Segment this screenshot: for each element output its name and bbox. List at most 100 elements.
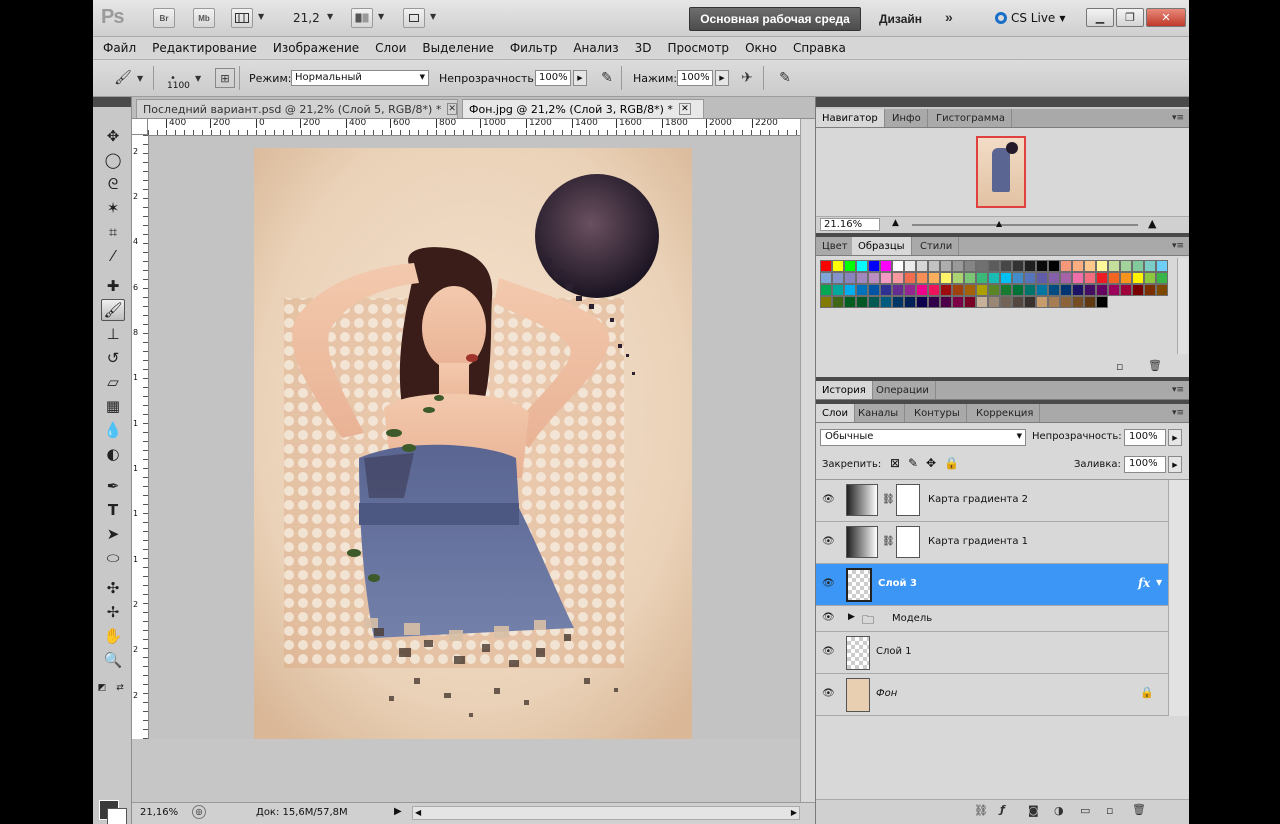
eye-icon[interactable]: 👁 — [822, 646, 835, 657]
new-swatch-icon[interactable]: ▫ — [1116, 360, 1123, 373]
swatch[interactable] — [904, 272, 916, 284]
document-tab-active[interactable]: Фон.jpg @ 21,2% (Слой 3, RGB/8*) * ✕ — [462, 99, 704, 118]
menu-3d[interactable]: 3D — [627, 41, 660, 55]
swatch[interactable] — [1096, 296, 1108, 308]
swatch[interactable] — [1036, 296, 1048, 308]
zoom-out-icon[interactable]: ▲ — [892, 218, 899, 228]
close-icon[interactable]: ✕ — [678, 103, 691, 115]
swatch[interactable] — [904, 260, 916, 272]
bridge-button[interactable]: Br — [153, 8, 175, 28]
zoom-in-icon[interactable]: ▲ — [1148, 217, 1156, 230]
cs-live-menu[interactable]: CS Live ▼ — [995, 11, 1065, 25]
menu-file[interactable]: Файл — [93, 41, 144, 55]
swatch[interactable] — [892, 296, 904, 308]
path-selection-icon[interactable]: ➤ — [101, 523, 125, 545]
eye-icon[interactable]: 👁 — [822, 688, 835, 699]
chevron-down-icon[interactable]: ▼ — [378, 12, 384, 21]
add-mask-icon[interactable]: ◙ — [1028, 804, 1039, 817]
opacity-input[interactable]: 100% — [535, 70, 571, 86]
workspace-essentials-button[interactable]: Основная рабочая среда — [689, 7, 861, 31]
swatch[interactable] — [844, 260, 856, 272]
swatch[interactable] — [916, 272, 928, 284]
tab-channels[interactable]: Каналы — [852, 404, 906, 422]
swatch[interactable] — [952, 272, 964, 284]
swatch[interactable] — [916, 284, 928, 296]
swatch[interactable] — [988, 260, 1000, 272]
swatch[interactable] — [1144, 260, 1156, 272]
chevron-down-icon[interactable]: ▼ — [195, 74, 201, 83]
tab-styles[interactable]: Стили — [914, 237, 960, 255]
3d-rotate-icon[interactable]: ✣ — [101, 577, 125, 599]
lock-all-icon[interactable]: 🔒 — [944, 456, 959, 470]
swatch[interactable] — [832, 284, 844, 296]
swatch[interactable] — [976, 272, 988, 284]
healing-brush-icon[interactable]: ✚ — [101, 275, 125, 297]
3d-orbit-icon[interactable]: ✢ — [101, 601, 125, 623]
lock-transparent-icon[interactable]: ⊠ — [890, 456, 900, 470]
lock-pixels-icon[interactable]: ✎ — [908, 456, 918, 470]
swatch[interactable] — [820, 284, 832, 296]
swatch[interactable] — [1048, 296, 1060, 308]
swatch[interactable] — [940, 284, 952, 296]
crop-tool-icon[interactable]: ⌗ — [101, 221, 125, 243]
swatch[interactable] — [868, 260, 880, 272]
menu-view[interactable]: Просмотр — [659, 41, 737, 55]
swatch[interactable] — [1012, 284, 1024, 296]
menu-select[interactable]: Выделение — [414, 41, 501, 55]
swatch[interactable] — [1000, 272, 1012, 284]
swatch[interactable] — [988, 272, 1000, 284]
workspace-design-button[interactable]: Дизайн — [879, 12, 922, 26]
swatch[interactable] — [892, 260, 904, 272]
pen-tool-icon[interactable]: ✒ — [101, 475, 125, 497]
layer-opacity-input[interactable]: 100% — [1124, 429, 1166, 446]
gradient-tool-icon[interactable]: ▦ — [101, 395, 125, 417]
swatches-grid[interactable] — [820, 260, 1168, 308]
eyedropper-icon[interactable]: ⁄ — [101, 245, 125, 267]
tab-color[interactable]: Цвет — [816, 237, 855, 255]
document-tab[interactable]: Последний вариант.psd @ 21,2% (Слой 5, R… — [136, 99, 458, 118]
default-colors-icon[interactable]: ◩ — [95, 677, 109, 699]
magic-wand-icon[interactable]: ✶ — [101, 197, 125, 219]
swatch[interactable] — [964, 272, 976, 284]
swatch[interactable] — [976, 296, 988, 308]
airbrush-icon[interactable]: ✈ — [737, 68, 757, 88]
swatch[interactable] — [1096, 260, 1108, 272]
tab-adjustments[interactable]: Коррекция — [970, 404, 1041, 422]
maximize-button[interactable]: ❐ — [1116, 8, 1144, 27]
background-color-swatch[interactable] — [107, 808, 127, 824]
swatch[interactable] — [868, 284, 880, 296]
eye-icon[interactable]: 👁 — [822, 578, 835, 589]
swatch[interactable] — [1024, 260, 1036, 272]
lock-position-icon[interactable]: ✥ — [926, 456, 936, 470]
menu-layer[interactable]: Слои — [367, 41, 414, 55]
swatch[interactable] — [964, 260, 976, 272]
swatch[interactable] — [940, 272, 952, 284]
history-brush-icon[interactable]: ↺ — [101, 347, 125, 369]
swatch[interactable] — [1012, 260, 1024, 272]
swatch[interactable] — [1120, 272, 1132, 284]
status-menu-arrow-icon[interactable]: ▶ — [394, 806, 402, 817]
vertical-scrollbar[interactable] — [800, 119, 816, 805]
swatch[interactable] — [1024, 284, 1036, 296]
hand-tool-icon[interactable]: ✋ — [101, 625, 125, 647]
swatch[interactable] — [1048, 260, 1060, 272]
brush-tool-icon[interactable]: 🖌 — [101, 299, 125, 321]
panel-menu-icon[interactable]: ▾≡ — [1172, 408, 1184, 418]
link-layers-icon[interactable]: ⛓ — [974, 804, 988, 817]
layer-row[interactable]: 👁 Фон 🔒 — [816, 674, 1168, 716]
status-info-icon[interactable]: ◎ — [192, 805, 206, 819]
new-group-icon[interactable]: ▭ — [1080, 804, 1090, 817]
pressure-size-icon[interactable]: ✎ — [775, 68, 795, 88]
swatch[interactable] — [1144, 272, 1156, 284]
panel-dock-header[interactable] — [816, 97, 1189, 107]
tab-info[interactable]: Инфо — [886, 109, 928, 127]
tab-swatches[interactable]: Образцы — [852, 237, 912, 255]
menu-analysis[interactable]: Анализ — [565, 41, 626, 55]
swatch[interactable] — [856, 272, 868, 284]
swatch[interactable] — [1036, 260, 1048, 272]
brush-tool-preset-icon[interactable]: 🖌 — [113, 68, 133, 88]
opacity-slider-button[interactable]: ▶ — [573, 70, 587, 86]
swatch[interactable] — [868, 272, 880, 284]
swatch[interactable] — [832, 260, 844, 272]
swatch[interactable] — [1048, 272, 1060, 284]
